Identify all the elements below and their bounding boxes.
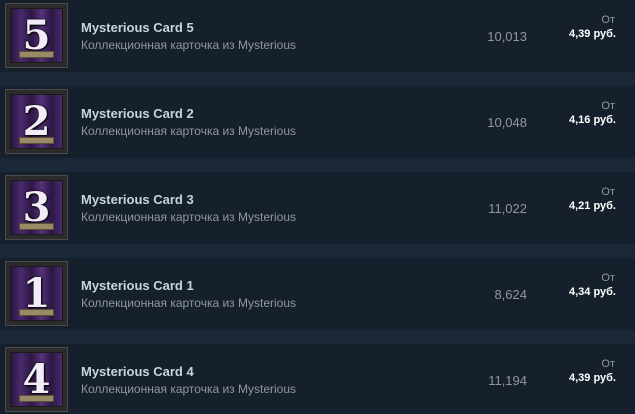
item-name[interactable]: Mysterious Card 3 xyxy=(81,192,194,207)
market-listing-row[interactable]: 1 Mysterious Card 1 Коллекционная карточ… xyxy=(0,258,635,330)
price-from-label: От xyxy=(601,272,615,284)
market-listing-row[interactable]: 5 Mysterious Card 5 Коллекционная карточ… xyxy=(0,0,635,72)
listing-quantity: 8,624 xyxy=(494,287,527,302)
card-image[interactable]: 3 xyxy=(5,175,68,240)
item-game-subtitle: Коллекционная карточка из Mysterious xyxy=(81,124,297,138)
item-name[interactable]: Mysterious Card 1 xyxy=(81,278,194,293)
price-from-label: От xyxy=(601,100,615,112)
card-nameplate xyxy=(19,137,54,144)
listing-quantity: 10,013 xyxy=(487,29,527,44)
card-artwork: 3 xyxy=(10,180,63,235)
price-from-label: От xyxy=(601,14,615,26)
item-name[interactable]: Mysterious Card 2 xyxy=(81,106,194,121)
market-listing-row[interactable]: 2 Mysterious Card 2 Коллекционная карточ… xyxy=(0,86,635,158)
card-artwork: 4 xyxy=(10,352,63,407)
card-artwork: 5 xyxy=(10,8,63,63)
market-listing-list: 5 Mysterious Card 5 Коллекционная карточ… xyxy=(0,0,635,414)
card-artwork: 1 xyxy=(10,266,63,321)
listing-quantity: 10,048 xyxy=(487,115,527,130)
item-name[interactable]: Mysterious Card 4 xyxy=(81,364,194,379)
starting-price: 4,39 руб. xyxy=(568,28,616,40)
card-image[interactable]: 1 xyxy=(5,261,68,326)
card-image[interactable]: 2 xyxy=(5,89,68,154)
card-nameplate xyxy=(19,223,54,230)
item-game-subtitle: Коллекционная карточка из Mysterious xyxy=(81,38,297,52)
card-artwork: 2 xyxy=(10,94,63,149)
item-game-subtitle: Коллекционная карточка из Mysterious xyxy=(81,382,297,396)
card-nameplate xyxy=(19,309,54,316)
listing-quantity: 11,022 xyxy=(488,201,527,216)
item-game-subtitle: Коллекционная карточка из Mysterious xyxy=(81,296,297,310)
item-game-subtitle: Коллекционная карточка из Mysterious xyxy=(81,210,297,224)
price-from-label: От xyxy=(601,358,615,370)
card-image[interactable]: 5 xyxy=(5,3,68,68)
starting-price: 4,16 руб. xyxy=(568,114,616,126)
card-nameplate xyxy=(19,51,54,58)
market-listing-row[interactable]: 4 Mysterious Card 4 Коллекционная карточ… xyxy=(0,344,635,414)
item-name[interactable]: Mysterious Card 5 xyxy=(81,20,194,35)
card-image[interactable]: 4 xyxy=(5,347,68,412)
starting-price: 4,34 руб. xyxy=(568,286,616,298)
market-listing-row[interactable]: 3 Mysterious Card 3 Коллекционная карточ… xyxy=(0,172,635,244)
listing-quantity: 11,194 xyxy=(488,373,527,388)
starting-price: 4,39 руб. xyxy=(568,372,616,384)
price-from-label: От xyxy=(601,186,615,198)
card-nameplate xyxy=(19,395,54,402)
starting-price: 4,21 руб. xyxy=(568,200,616,212)
